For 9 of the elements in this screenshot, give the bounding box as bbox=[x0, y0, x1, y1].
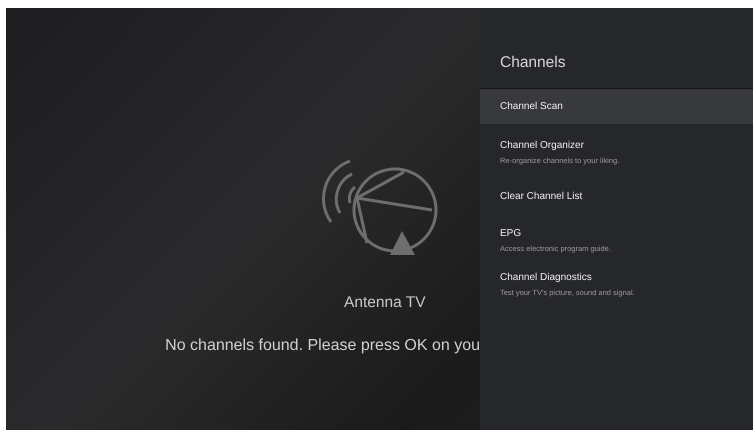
menu-item-label: Channel Scan bbox=[500, 100, 564, 114]
antenna-tv-title: Antenna TV bbox=[344, 293, 427, 313]
no-channels-message: No channels found. Please press OK on you bbox=[165, 336, 480, 356]
menu-item-label: Clear Channel List bbox=[500, 190, 584, 204]
menu-item[interactable]: Clear Channel List bbox=[480, 178, 753, 214]
menu-item[interactable]: Channel Scan bbox=[480, 89, 753, 124]
menu-item-label: EPG bbox=[500, 227, 522, 242]
menu-item-label: Channel Organizer bbox=[500, 139, 585, 154]
menu-item-label: Channel Diagnostics bbox=[500, 271, 593, 286]
